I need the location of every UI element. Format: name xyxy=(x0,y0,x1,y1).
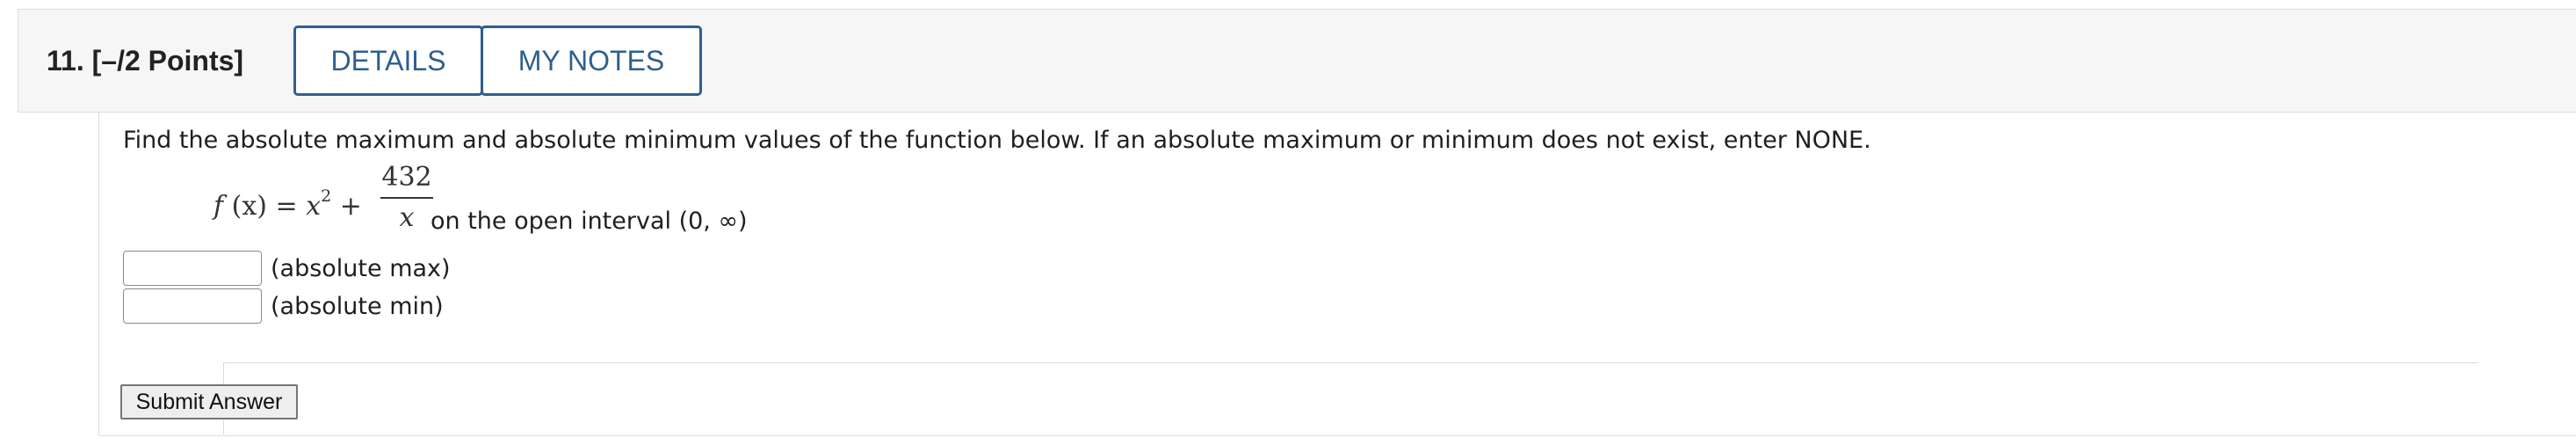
question-header: 11. [–/2 Points] DETAILS MY NOTES xyxy=(18,9,2576,113)
fraction-denominator: x xyxy=(399,202,415,233)
absolute-min-label: (absolute min) xyxy=(271,292,444,320)
absolute-max-input[interactable] xyxy=(123,251,262,286)
variable-x: x xyxy=(306,191,322,222)
interval-text: on the open interval (0, ∞) xyxy=(431,208,748,235)
equals-sign: = xyxy=(266,191,307,222)
details-button[interactable]: DETAILS xyxy=(293,26,483,96)
question-body xyxy=(98,113,2576,436)
submit-answer-button[interactable]: Submit Answer xyxy=(120,384,298,419)
exponent: 2 xyxy=(321,186,332,206)
function-name: f xyxy=(213,191,224,222)
fraction-numerator: 432 xyxy=(381,162,432,193)
absolute-max-label: (absolute max) xyxy=(271,254,451,282)
plus-sign: + xyxy=(331,191,362,222)
function-argument: (x) xyxy=(231,191,267,222)
function-lhs: f (x) = x2 + xyxy=(213,186,362,222)
absolute-min-input[interactable] xyxy=(123,288,262,324)
fraction: 432 x xyxy=(380,160,433,234)
answer-row-max: (absolute max) xyxy=(123,251,451,286)
fraction-bar xyxy=(380,197,433,199)
answer-row-min: (absolute min) xyxy=(123,288,444,324)
question-number-points: 11. [–/2 Points] xyxy=(47,45,244,77)
my-notes-button[interactable]: MY NOTES xyxy=(481,26,702,96)
question-prompt: Find the absolute maximum and absolute m… xyxy=(123,127,1871,154)
question-body-divider xyxy=(224,362,2478,363)
